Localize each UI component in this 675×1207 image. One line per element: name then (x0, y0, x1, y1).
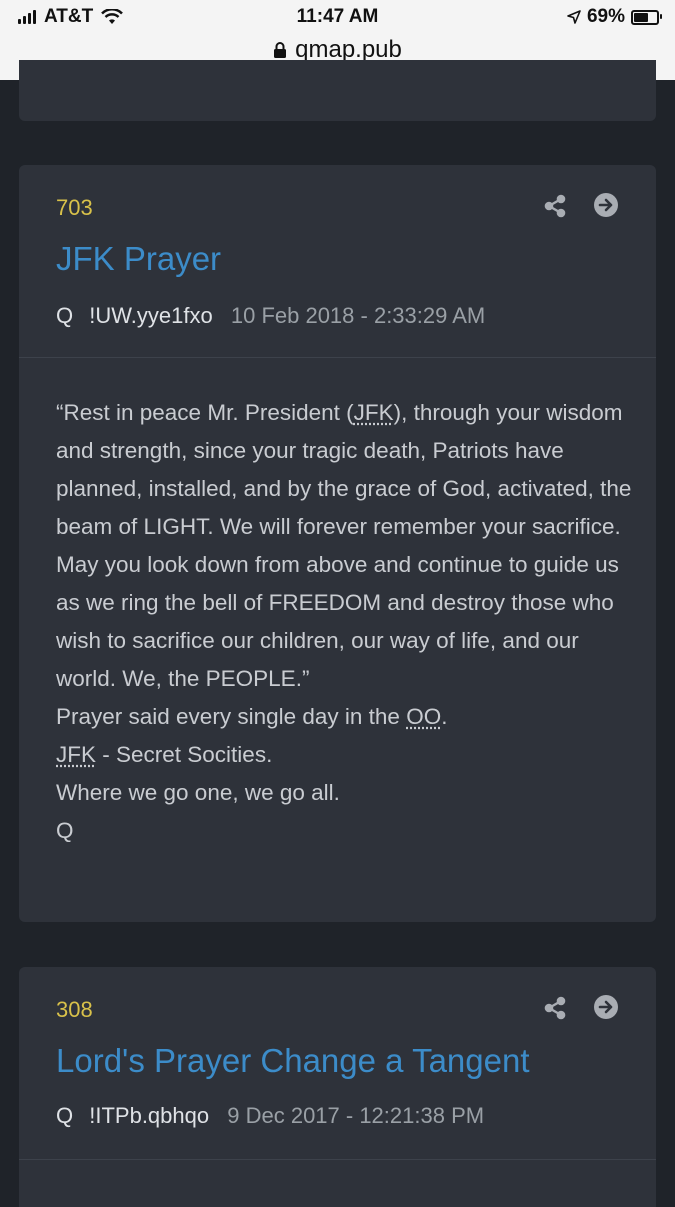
post-date: 10 Feb 2018 - 2:33:29 AM (230, 303, 486, 328)
share-icon[interactable] (542, 995, 568, 1021)
abbr-jfk[interactable]: JFK (354, 400, 394, 425)
body-text: . (441, 704, 448, 729)
post-author: Q (56, 303, 74, 328)
post-meta: Q !UW.yye1fxo 10 Feb 2018 - 2:33:29 AM (56, 303, 485, 329)
body-text: “Rest in peace Mr. President ( (56, 400, 354, 425)
share-icon[interactable] (542, 193, 568, 219)
post-author: Q (56, 1103, 74, 1128)
post-divider (19, 357, 656, 358)
abbr-oo[interactable]: OO (406, 704, 441, 729)
post-title[interactable]: Lord's Prayer Change a Tangent (56, 1042, 530, 1080)
post-body: “Rest in peace Mr. President (JFK), thro… (56, 394, 636, 850)
post-body-line: Where we go one, we go all. (56, 780, 340, 805)
arrow-circle-right-icon[interactable] (593, 994, 619, 1020)
battery-icon (631, 9, 662, 25)
post-card: 308 Lord's Prayer Change a Tangent Q !IT… (19, 967, 656, 1207)
post-body-line: JFK - Secret Socities. (56, 736, 636, 774)
previous-post-card (19, 60, 656, 121)
body-text: Prayer said every single day in the (56, 704, 407, 729)
status-right: 69% (567, 6, 662, 28)
body-text: ), through your wisdom and strength, sin… (56, 400, 632, 691)
post-body-signature: Q (56, 818, 74, 843)
post-tripcode: !ITPb.qbhqo (89, 1103, 210, 1128)
post-number: 703 (56, 195, 93, 220)
lock-icon (274, 42, 287, 58)
post-body-paragraph: “Rest in peace Mr. President (JFK), thro… (56, 394, 636, 698)
post-divider (19, 1159, 656, 1160)
battery-level (634, 12, 648, 22)
post-date: 9 Dec 2017 - 12:21:38 PM (227, 1103, 485, 1128)
arrow-circle-right-icon[interactable] (593, 192, 619, 218)
abbr-jfk[interactable]: JFK (56, 742, 96, 767)
post-tripcode: !UW.yye1fxo (89, 303, 213, 328)
post-card: 703 JFK Prayer Q !UW.yye1fxo 10 Feb 2018… (19, 165, 656, 922)
post-meta: Q !ITPb.qbhqo 9 Dec 2017 - 12:21:38 PM (56, 1103, 484, 1129)
body-text: - Secret Socities. (96, 742, 273, 767)
location-arrow-icon (567, 10, 581, 24)
post-title[interactable]: JFK Prayer (56, 240, 221, 278)
post-number: 308 (56, 997, 93, 1022)
battery-percent: 69% (586, 6, 625, 27)
post-body-line: Prayer said every single day in the OO. (56, 698, 636, 736)
